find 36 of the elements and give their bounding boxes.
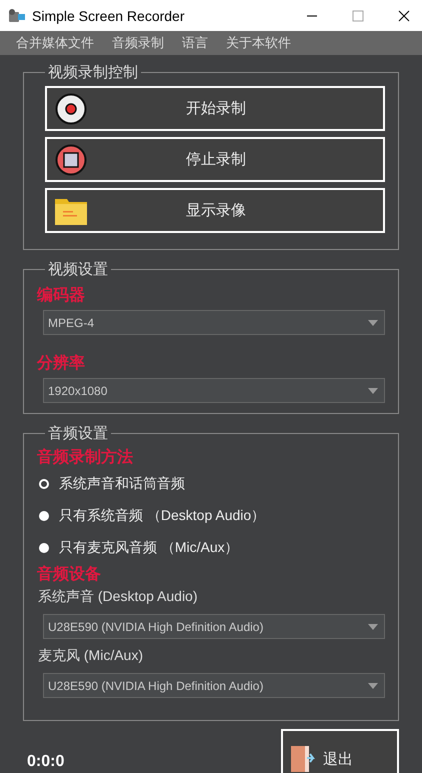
dropdown[interactable]: U28E590 (NVIDIA High Definition Audio) [43, 614, 385, 639]
section-label: 音频录制方法 [37, 447, 134, 468]
menu-item[interactable]: 音频录制 [112, 34, 164, 52]
record-icon [55, 92, 87, 124]
dropdown-arrow-icon [368, 388, 378, 394]
exit-button[interactable]: 退出 [281, 729, 399, 773]
group-title: 音频设置 [47, 424, 109, 443]
dropdown[interactable]: 1920x1080 [43, 378, 385, 403]
menu-item[interactable]: 关于本软件 [226, 34, 291, 52]
radio-option[interactable]: 只有系统音频 （Desktop Audio） [39, 500, 385, 532]
stop-icon [55, 144, 87, 176]
field-label: 系统声音 (Desktop Audio) [38, 588, 198, 606]
action-button[interactable]: 停止录制 [45, 137, 385, 182]
dropdown-arrow-icon [368, 320, 378, 326]
dropdown[interactable]: MPEG-4 [43, 310, 385, 335]
field-label: 分辨率 [37, 353, 86, 374]
timer: 0:0:0 [27, 753, 64, 771]
action-button[interactable]: 显示录像 [45, 188, 385, 233]
radio-option[interactable]: 系统声音和话筒音频 [39, 468, 385, 500]
menu-item[interactable]: 合并媒体文件 [16, 34, 94, 52]
menu-item[interactable]: 语言 [182, 34, 208, 52]
section-label: 音频设备 [37, 564, 102, 585]
radio-option[interactable]: 只有麦克风音频 （Mic/Aux） [39, 532, 385, 564]
dropdown[interactable]: U28E590 (NVIDIA High Definition Audio) [43, 673, 385, 698]
window-title: Simple Screen Recorder [32, 8, 185, 24]
group-title: 视频录制控制 [47, 63, 139, 82]
camera-icon [8, 8, 26, 24]
close-icon[interactable] [398, 10, 410, 22]
folder-icon [55, 196, 87, 224]
group-title: 视频设置 [47, 260, 109, 279]
action-button[interactable]: 开始录制 [45, 86, 385, 131]
door-icon [289, 744, 315, 773]
field-label: 编码器 [37, 285, 86, 306]
field-label: 麦克风 (Mic/Aux) [38, 647, 144, 665]
dropdown-arrow-icon [368, 682, 378, 688]
dropdown-arrow-icon [368, 624, 378, 630]
